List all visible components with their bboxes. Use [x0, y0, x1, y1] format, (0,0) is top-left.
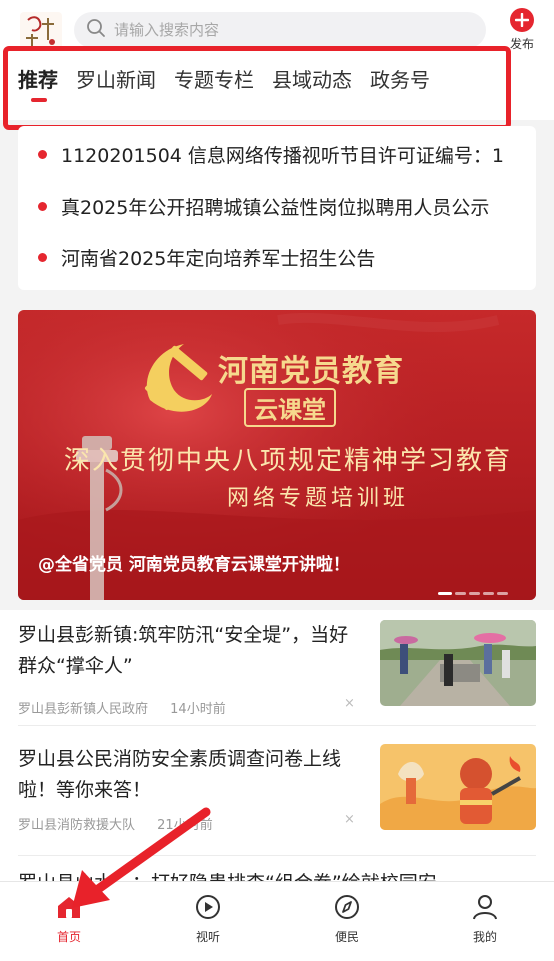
carousel-dot-active	[438, 592, 452, 595]
flood-inspection-photo-icon	[380, 620, 536, 706]
tab-label: 县域动态	[272, 68, 352, 92]
article-thumbnail	[380, 744, 536, 830]
tab-special-topics[interactable]: 专题专栏	[174, 58, 254, 108]
tab-label: 政务号	[370, 68, 430, 92]
banner-subtitle: 云课堂	[244, 388, 336, 427]
banner-headline: 深入贯彻中央八项规定精神学习教育	[63, 446, 512, 476]
active-tab-indicator	[31, 98, 47, 102]
divider	[18, 855, 536, 856]
nav-label: 我的	[472, 930, 497, 944]
nav-label: 便民	[334, 930, 359, 944]
carousel-dot	[455, 592, 466, 595]
notice-text: 1120201504 信息网络传播视听节目许可证编号：1	[61, 144, 505, 167]
article-title: 罗山县彭新镇:筑牢防汛“安全堤”，当好群众“撑伞人”	[18, 624, 349, 677]
app-logo-icon[interactable]	[18, 10, 64, 52]
compass-icon	[333, 894, 361, 924]
nav-item-profile[interactable]: 我的	[445, 894, 525, 945]
notice-item[interactable]: 1120201504 信息网络传播视听节目许可证编号：1	[18, 134, 536, 174]
article-time: 21小时前	[157, 818, 213, 833]
top-bar: 发布 推荐 罗山新闻 专题专栏 县域动态 政务号	[0, 0, 554, 130]
nav-label: 视听	[195, 930, 220, 944]
article-source: 罗山县消防救援大队	[18, 818, 136, 833]
search-input[interactable]	[114, 21, 454, 39]
tab-recommend[interactable]: 推荐	[18, 58, 58, 108]
notice-text: 真2025年公开招聘城镇公益性岗位拟聘用人员公示	[61, 196, 490, 219]
divider	[18, 725, 536, 726]
home-icon	[55, 894, 83, 924]
user-icon	[471, 894, 499, 924]
article-item[interactable]: 罗山县彭新镇:筑牢防汛“安全堤”，当好群众“撑伞人” 罗山县彭新镇人民政府 14…	[18, 620, 536, 720]
article-time: 14小时前	[170, 702, 226, 717]
article-meta: 罗山县彭新镇人民政府 14小时前	[18, 698, 226, 717]
banner-carousel[interactable]: 河南党员教育 云课堂 深入贯彻中央八项规定精神学习教育 网络专题培训班 @全省党…	[18, 310, 536, 600]
tab-label: 推荐	[18, 68, 58, 92]
publish-label: 发布	[509, 37, 534, 51]
carousel-indicator	[438, 592, 508, 595]
nav-item-video[interactable]: 视听	[168, 894, 248, 945]
nav-item-services[interactable]: 便民	[307, 894, 387, 945]
article-meta: 罗山县消防救援大队 21小时前	[18, 814, 213, 833]
banner-title: 河南党员教育	[218, 354, 404, 389]
carousel-dot	[483, 592, 494, 595]
bullet-dot-icon	[38, 252, 47, 262]
play-icon	[194, 894, 222, 924]
category-tabs: 推荐 罗山新闻 专题专栏 县域动态 政务号	[0, 58, 510, 114]
search-icon	[86, 18, 106, 42]
publish-button[interactable]: 发布	[504, 8, 540, 56]
tab-label: 专题专栏	[174, 68, 254, 92]
banner-subheadline: 网络专题培训班	[226, 486, 409, 511]
tab-luoshan-news[interactable]: 罗山新闻	[76, 58, 156, 108]
article-title: 罗山县公民消防安全素质调查问卷上线啦！等你来答！	[18, 748, 342, 801]
search-bar[interactable]	[74, 12, 486, 48]
carousel-dot	[469, 592, 480, 595]
notice-item[interactable]: 河南省2025年定向培养军士招生公告	[18, 237, 536, 277]
tab-county-news[interactable]: 县域动态	[272, 58, 352, 108]
notice-text: 河南省2025年定向培养军士招生公告	[61, 247, 376, 270]
tab-government-accounts[interactable]: 政务号	[370, 58, 430, 108]
banner-caption: @全省党员 河南党员教育云课堂开讲啦！	[38, 555, 350, 575]
firefighter-illustration-icon	[380, 744, 536, 830]
carousel-dot	[497, 592, 508, 595]
bottom-navigation: 首页 视听 便民 我的	[0, 881, 554, 961]
tab-label: 罗山新闻	[76, 68, 156, 92]
bullet-dot-icon	[38, 149, 47, 159]
nav-label: 首页	[56, 930, 81, 944]
plus-icon	[510, 8, 534, 32]
article-source: 罗山县彭新镇人民政府	[18, 702, 149, 717]
article-thumbnail	[380, 620, 536, 706]
dismiss-icon[interactable]: ×	[344, 696, 355, 711]
nav-item-home[interactable]: 首页	[29, 894, 109, 945]
app-screen: 发布 推荐 罗山新闻 专题专栏 县域动态 政务号 1120201	[0, 0, 554, 961]
bullet-dot-icon	[38, 201, 47, 211]
article-list: 罗山县彭新镇:筑牢防汛“安全堤”，当好群众“撑伞人” 罗山县彭新镇人民政府 14…	[0, 610, 554, 900]
notice-item[interactable]: 真2025年公开招聘城镇公益性岗位拟聘用人员公示	[18, 186, 536, 226]
dismiss-icon[interactable]: ×	[344, 812, 355, 827]
notice-list: 1120201504 信息网络传播视听节目许可证编号：1 真2025年公开招聘城…	[18, 126, 536, 290]
article-item[interactable]: 罗山县公民消防安全素质调查问卷上线啦！等你来答！ 罗山县消防救援大队 21小时前…	[18, 744, 536, 844]
